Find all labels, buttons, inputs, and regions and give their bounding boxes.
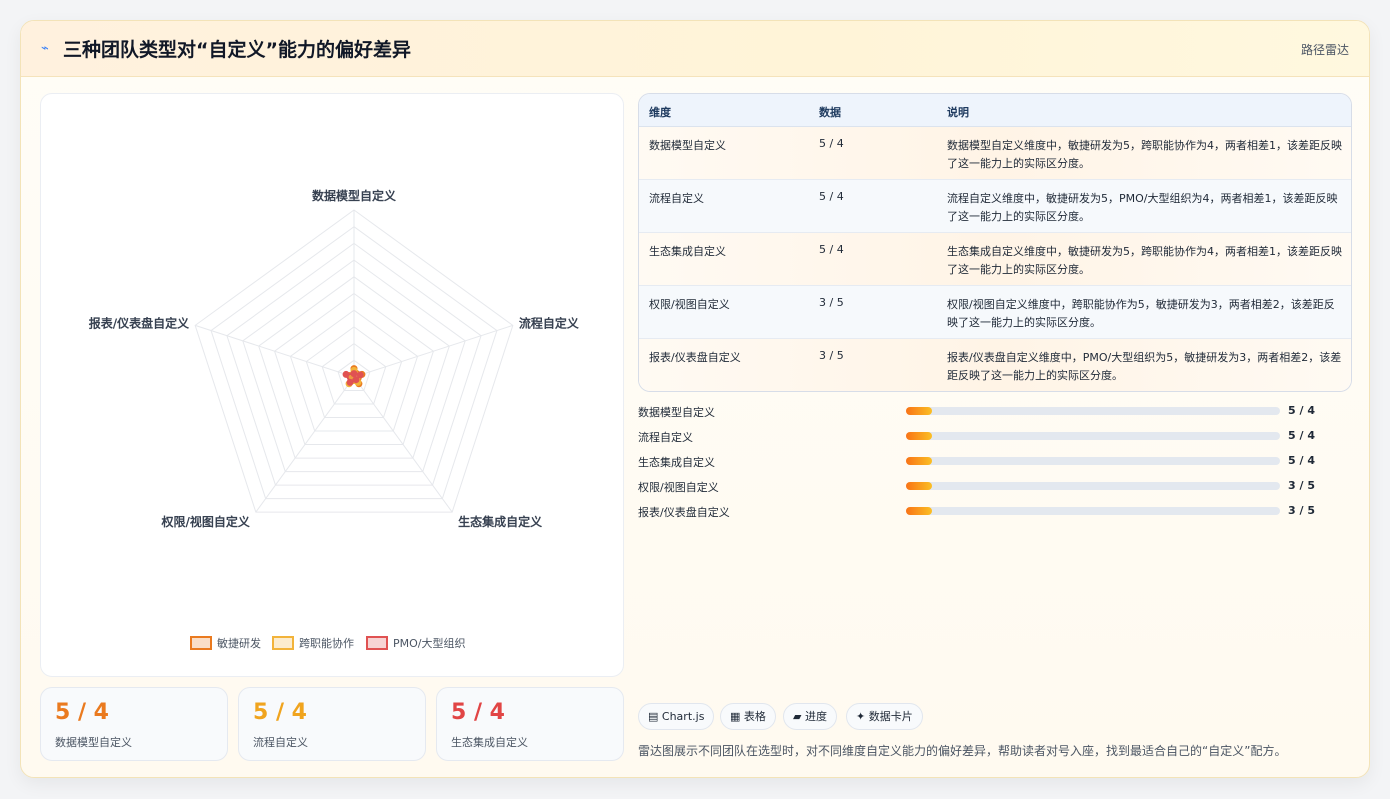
column-header-desc: 说明	[947, 106, 969, 119]
chart-icon: ▤	[648, 710, 659, 723]
column-header-dimension: 维度	[649, 106, 671, 119]
radar-point	[342, 370, 350, 378]
stat-card-1: 5 / 4 数据模型自定义	[40, 687, 228, 761]
cell-dimension: 报表/仪表盘自定义	[649, 351, 741, 364]
table-row: 数据模型自定义 5 / 4 数据模型自定义维度中，敏捷研发为5，跨职能协作为4，…	[639, 127, 1351, 180]
progress-row: 数据模型自定义 5 / 4	[638, 401, 1352, 421]
progress-label: 报表/仪表盘自定义	[638, 506, 730, 519]
progress-track	[906, 432, 1280, 440]
progress-row: 流程自定义 5 / 4	[638, 426, 1352, 446]
radar-point	[350, 370, 358, 378]
column-header-data: 数据	[819, 106, 841, 119]
cell-data: 5 / 4	[819, 137, 844, 150]
progress-value: 5 / 4	[1288, 404, 1315, 417]
legend-label: 敏捷研发	[217, 636, 261, 650]
progress-fill	[906, 507, 933, 515]
cell-data: 5 / 4	[819, 190, 844, 203]
progress-value: 3 / 5	[1288, 479, 1315, 492]
legend-swatch	[190, 636, 212, 650]
cell-desc: 数据模型自定义维度中，敏捷研发为5，跨职能协作为4，两者相差1，该差距反映了这一…	[947, 139, 1342, 170]
page-title: 三种团队类型对“自定义”能力的偏好差异	[63, 39, 411, 61]
table-row: 权限/视图自定义 3 / 5 权限/视图自定义维度中，跨职能协作为5，敏捷研发为…	[639, 286, 1351, 339]
axis-label: 数据模型自定义	[312, 188, 397, 203]
axis-label: 报表/仪表盘自定义	[89, 315, 190, 330]
cell-desc: 流程自定义维度中，敏捷研发为5，PMO/大型组织为4，两者相差1，该差距反映了这…	[947, 192, 1338, 223]
tag-progress[interactable]: ▰ 进度	[783, 703, 837, 730]
stat-card-3: 5 / 4 生态集成自定义	[436, 687, 624, 761]
progress-label: 数据模型自定义	[638, 406, 715, 419]
progress-fill	[906, 432, 933, 440]
legend-swatch	[366, 636, 388, 650]
cell-dimension: 数据模型自定义	[649, 139, 726, 152]
sparkle-icon: ✦	[856, 710, 866, 723]
cell-desc: 生态集成自定义维度中，敏捷研发为5，跨职能协作为4，两者相差1，该差距反映了这一…	[947, 245, 1342, 276]
radar-spoke	[195, 324, 355, 378]
progress-label: 流程自定义	[638, 431, 693, 444]
radar-spoke	[353, 324, 513, 378]
footnote: 雷达图展示不同团队在选型时，对不同维度自定义能力的偏好差异，帮助读者对号入座，找…	[638, 744, 1287, 758]
progress-value: 5 / 4	[1288, 454, 1315, 467]
tag-table[interactable]: ▦ 表格	[720, 703, 776, 730]
axis-label: 权限/视图自定义	[160, 514, 250, 529]
progress-icon: ▰	[793, 710, 802, 723]
table-row: 报表/仪表盘自定义 3 / 5 报表/仪表盘自定义维度中，PMO/大型组织为5，…	[639, 339, 1351, 391]
progress-fill	[906, 457, 933, 465]
progress-fill	[906, 482, 933, 490]
table-row: 生态集成自定义 5 / 4 生态集成自定义维度中，敏捷研发为5，跨职能协作为4，…	[639, 233, 1351, 286]
progress-track	[906, 507, 1280, 515]
stat-label: 数据模型自定义	[55, 736, 132, 749]
cell-data: 3 / 5	[819, 296, 844, 309]
progress-row: 权限/视图自定义 3 / 5	[638, 476, 1352, 496]
stat-label: 生态集成自定义	[451, 736, 528, 749]
cell-desc: 报表/仪表盘自定义维度中，PMO/大型组织为5，敏捷研发为3，两者相差2，该差距…	[947, 351, 1342, 382]
stat-value: 5 / 4	[55, 700, 109, 725]
radar-point	[346, 378, 354, 386]
radar-chart-panel: 数据模型自定义流程自定义生态集成自定义 权限/视图自定义 报表/仪表盘自定义敏捷研发…	[40, 93, 624, 677]
data-table: 维度 数据 说明 数据模型自定义 5 / 4 数据模型自定义维度中，敏捷研发为5…	[638, 93, 1352, 392]
cell-data: 3 / 5	[819, 349, 844, 362]
stat-value: 5 / 4	[451, 700, 505, 725]
progress-value: 5 / 4	[1288, 429, 1315, 442]
cell-data: 5 / 4	[819, 243, 844, 256]
header: ⌁ 三种团队类型对“自定义”能力的偏好差异 路径雷达	[21, 21, 1369, 77]
axis-label: 流程自定义	[519, 315, 580, 330]
legend-swatch	[272, 636, 294, 650]
stat-card-2: 5 / 4 流程自定义	[238, 687, 426, 761]
axis-label: 生态集成自定义	[458, 514, 543, 529]
progress-fill	[906, 407, 933, 415]
legend-label: 跨职能协作	[299, 636, 354, 650]
stat-value: 5 / 4	[253, 700, 307, 725]
radar-chart: 数据模型自定义流程自定义生态集成自定义 权限/视图自定义 报表/仪表盘自定义敏捷研发…	[89, 188, 580, 650]
progress-label: 生态集成自定义	[638, 456, 715, 469]
tag-data-card[interactable]: ✦ 数据卡片	[846, 703, 923, 730]
lightning-icon: ⌁	[41, 41, 49, 56]
stat-label: 流程自定义	[253, 736, 308, 749]
progress-value: 3 / 5	[1288, 504, 1315, 517]
cell-dimension: 流程自定义	[649, 192, 704, 205]
header-badge: 路径雷达	[1300, 43, 1349, 57]
progress-track	[906, 407, 1280, 415]
table-icon: ▦	[730, 710, 741, 723]
progress-row: 生态集成自定义 5 / 4	[638, 451, 1352, 471]
table-header: 维度 数据 说明	[639, 94, 1351, 127]
table-row: 流程自定义 5 / 4 流程自定义维度中，敏捷研发为5，PMO/大型组织为4，两…	[639, 180, 1351, 233]
legend-label: PMO/大型组织	[393, 636, 466, 650]
cell-desc: 权限/视图自定义维度中，跨职能协作为5，敏捷研发为3，两者相差2，该差距反映了这…	[947, 298, 1335, 329]
progress-row: 报表/仪表盘自定义 3 / 5	[638, 501, 1352, 521]
progress-track	[906, 482, 1280, 490]
progress-track	[906, 457, 1280, 465]
cell-dimension: 权限/视图自定义	[649, 298, 730, 311]
main-card: ⌁ 三种团队类型对“自定义”能力的偏好差异 路径雷达 数据模型自定义 流程自定义生…	[20, 20, 1370, 778]
tag-chartjs[interactable]: ▤ Chart.js	[638, 703, 715, 730]
progress-label: 权限/视图自定义	[638, 481, 719, 494]
cell-dimension: 生态集成自定义	[649, 245, 726, 258]
